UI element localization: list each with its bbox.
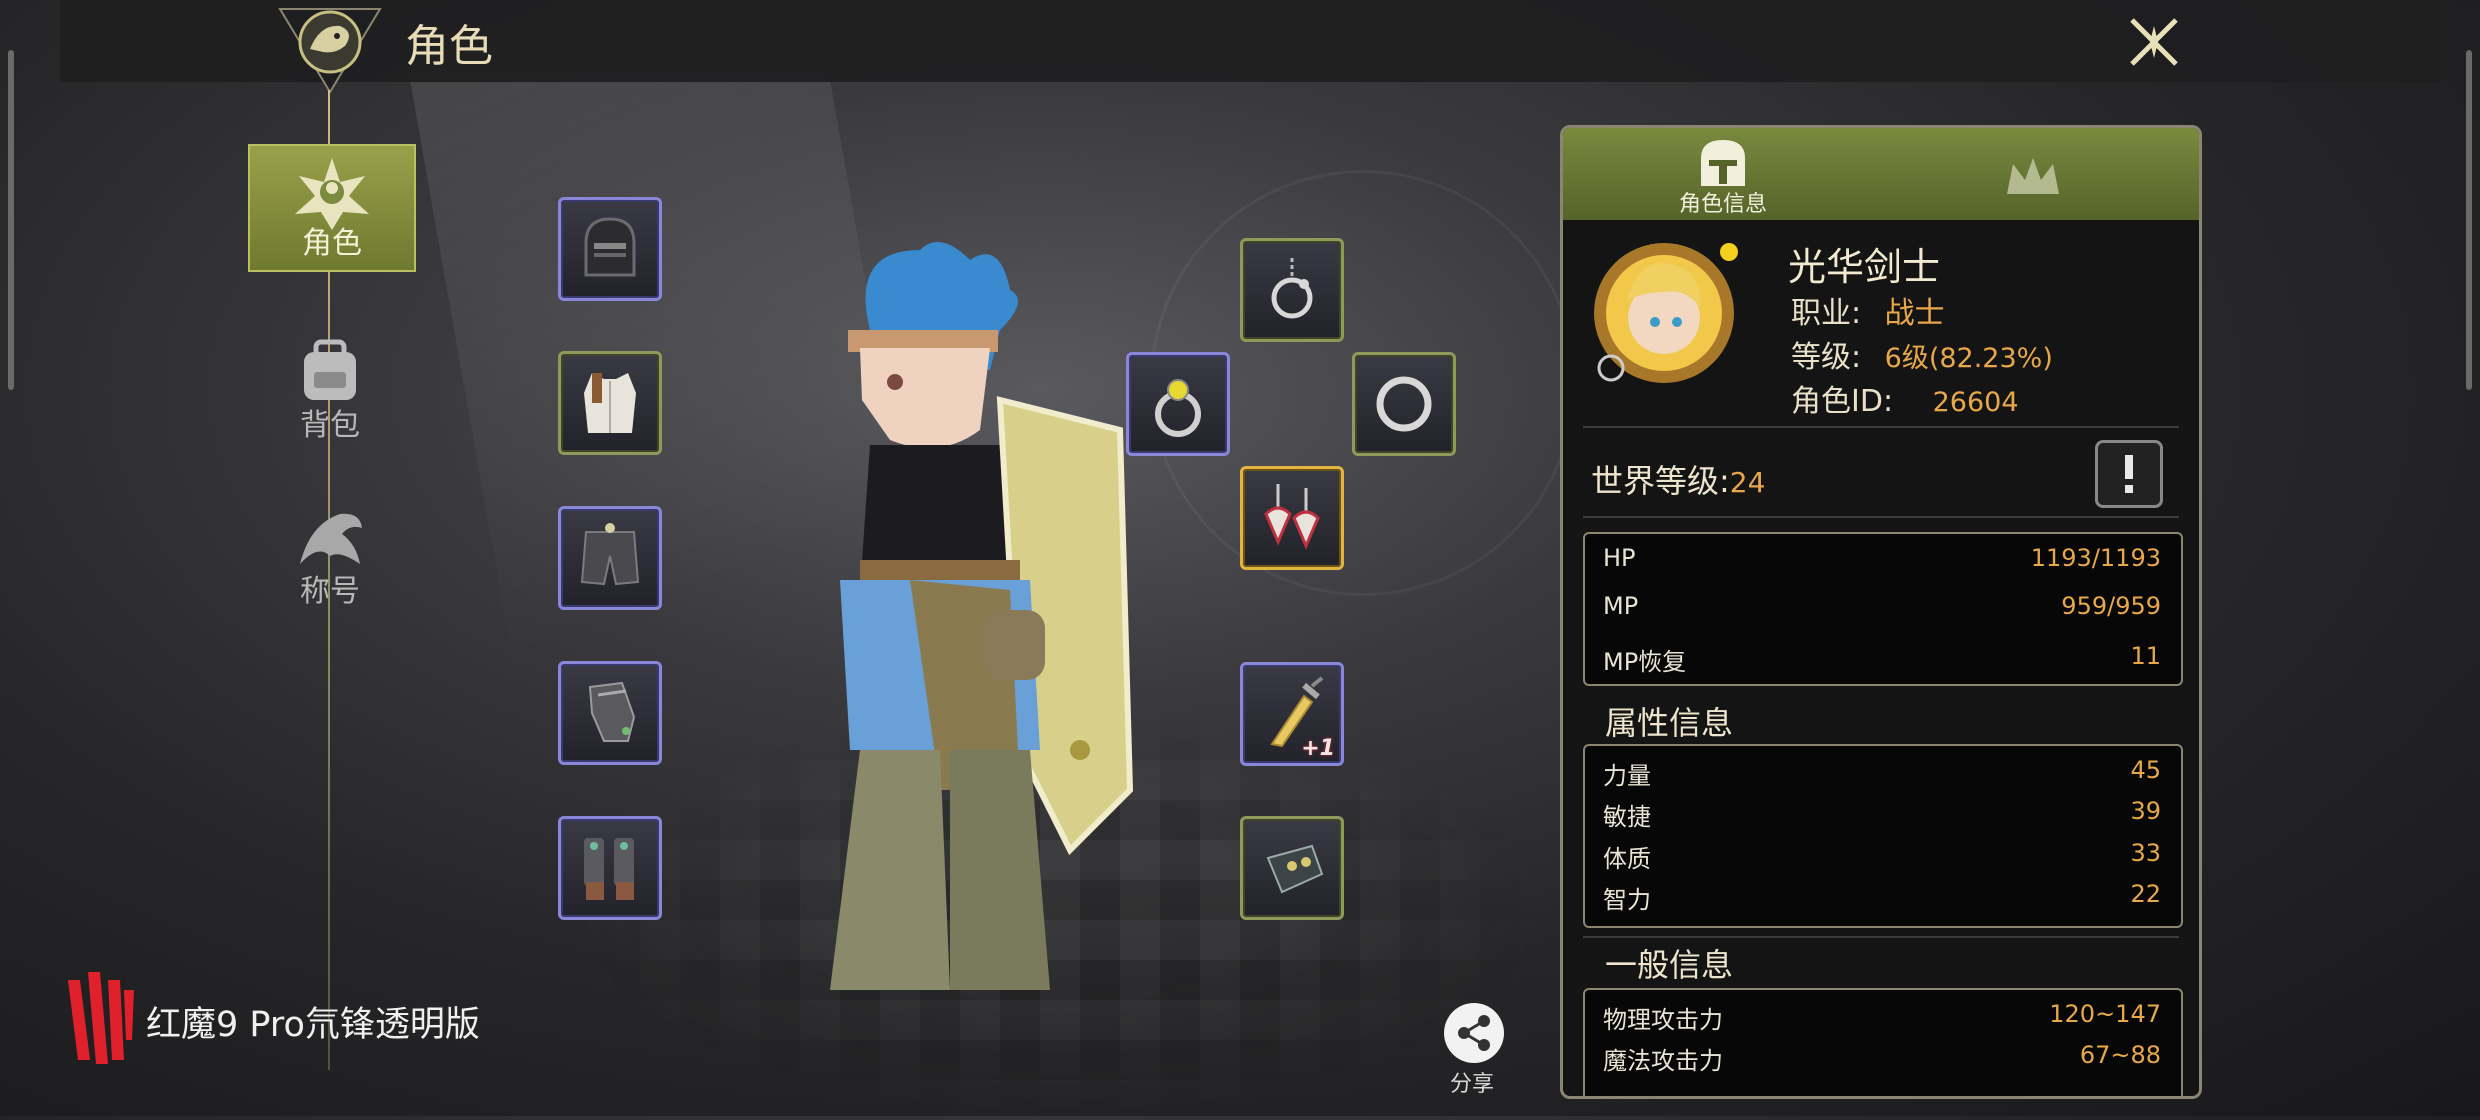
class-label: 职业: [1791,296,1862,331]
sidebar-item-label: 角色 [302,226,362,261]
share-icon [1458,1015,1490,1051]
equip-slot-ring-right[interactable] [1352,352,1456,456]
attribute-value: 33 [2130,839,2161,867]
id-label: 角色ID: [1791,384,1894,419]
stat-row: MP恢复 11 [1603,642,2161,677]
general-row: 物理攻击力 120~147 [1603,1000,2161,1035]
device-watermark: 红魔9 Pro氘锋透明版 [146,1005,480,1045]
pants-icon [580,523,640,586]
attribute-row: 体质 33 [1603,839,2161,874]
equip-slot-chest[interactable] [558,351,662,455]
attribute-value: 39 [2130,797,2161,825]
stat-name: MP恢复 [1603,648,1687,676]
close-icon [2130,18,2178,66]
backpack-icon [304,339,356,400]
general-stats-box: 物理攻击力 120~147 魔法攻击力 67~88 [1583,988,2183,1096]
equip-slot-weapon[interactable]: +1 [1240,662,1344,766]
character-model [790,230,1170,990]
attributes-box: 力量 45 敏捷 39 体质 33 智力 22 [1583,744,2183,928]
tab-character-info[interactable]: 角色信息 [1623,128,1823,220]
boots-icon [584,838,634,900]
dragon-icon [300,513,362,564]
level-row: 等级: 6级(82.23%) [1791,332,2053,376]
character-name: 光华剑士 [1788,245,1941,289]
ring-icon [1376,376,1432,432]
necklace-icon [1271,258,1313,319]
attribute-value: 45 [2130,756,2161,784]
divider [1583,936,2179,938]
equip-slot-pants[interactable] [558,506,662,610]
helmet-tab-icon [1701,140,1745,186]
character-info-panel: 角色信息 光华剑士 职业: 战士 等级: 6级(82.23%) 角色ID: 26… [1560,125,2202,1099]
divider [1583,426,2179,428]
attribute-name: 力量 [1603,762,1651,790]
class-value: 战士 [1884,296,1945,331]
stat-value: 959/959 [2061,592,2161,620]
world-level-value: 24 [1729,466,1766,499]
redmagic-logo [62,970,138,1070]
sidebar-item-title[interactable]: 称号 [248,494,412,618]
sidebar-item-bag[interactable]: 背包 [248,328,412,452]
gauntlet-icon [588,681,636,742]
right-edge-bar [2466,50,2472,390]
divider [1583,516,2179,518]
crown-tab-icon [2007,158,2059,194]
attribute-name: 智力 [1603,886,1651,914]
level-label: 等级: [1791,340,1862,375]
stat-value: 11 [2130,642,2161,670]
equip-slot-accessory[interactable] [1240,816,1344,920]
level-value: 6级(82.23%) [1884,343,2053,374]
equip-slot-helmet[interactable] [558,197,662,301]
vital-stats-box: HP 1193/1193 MP 959/959 MP恢复 11 [1583,532,2183,686]
character-portrait [1589,238,1739,388]
stat-row: MP 959/959 [1603,592,2161,620]
world-level-info-button[interactable] [2095,440,2163,508]
stat-name: HP [1603,544,1636,572]
attributes-section-title: 属性信息 [1605,704,1734,742]
general-value: 120~147 [2049,1000,2161,1028]
general-name: 物理攻击力 [1603,1006,1723,1034]
sidebar-item-label: 背包 [300,408,360,443]
page-title: 角色 [405,21,493,72]
world-level: 世界等级:24 [1591,456,1765,502]
attribute-value: 22 [2130,880,2161,908]
stat-value: 1193/1193 [2030,544,2161,572]
panel-tab-bar: 角色信息 [1563,128,2199,220]
sidebar-item-label: 称号 [300,574,360,609]
equip-slot-boots[interactable] [558,816,662,920]
id-row: 角色ID: 26604 [1791,376,2019,420]
world-level-label: 世界等级: [1591,462,1730,500]
attribute-name: 体质 [1603,845,1651,873]
attribute-row: 力量 45 [1603,756,2161,791]
class-row: 职业: 战士 [1791,288,1945,332]
vest-icon [584,373,636,433]
attribute-name: 敏捷 [1603,803,1651,831]
id-value: 26604 [1932,387,2019,418]
left-edge-bar [8,50,14,390]
stat-row: HP 1193/1193 [1603,544,2161,572]
general-name: 魔法攻击力 [1603,1047,1723,1075]
attribute-row: 敏捷 39 [1603,797,2161,832]
tab-label: 角色信息 [1678,192,1767,217]
exclamation-icon [2125,455,2133,493]
share-button[interactable] [1444,1003,1504,1063]
helmet-icon [584,217,636,277]
general-section-title: 一般信息 [1605,946,1734,984]
share-label: 分享 [1450,1072,1495,1097]
equip-slot-necklace[interactable] [1240,238,1344,342]
attribute-row: 智力 22 [1603,880,2161,915]
stat-name: MP [1603,592,1639,620]
dragon-emblem-icon [275,4,385,94]
sidebar-item-character[interactable]: 角色 [248,144,416,272]
general-value: 67~88 [2079,1041,2161,1069]
equip-slot-earrings[interactable] [1240,466,1344,570]
glove-icon [1266,844,1324,894]
enhance-level-badge: +1 [1301,736,1335,761]
tab-secondary[interactable] [1933,128,2133,220]
general-row: 魔法攻击力 67~88 [1603,1041,2161,1076]
earrings-icon [1264,484,1320,550]
equip-slot-gloves[interactable] [558,661,662,765]
close-button[interactable] [2118,6,2190,78]
